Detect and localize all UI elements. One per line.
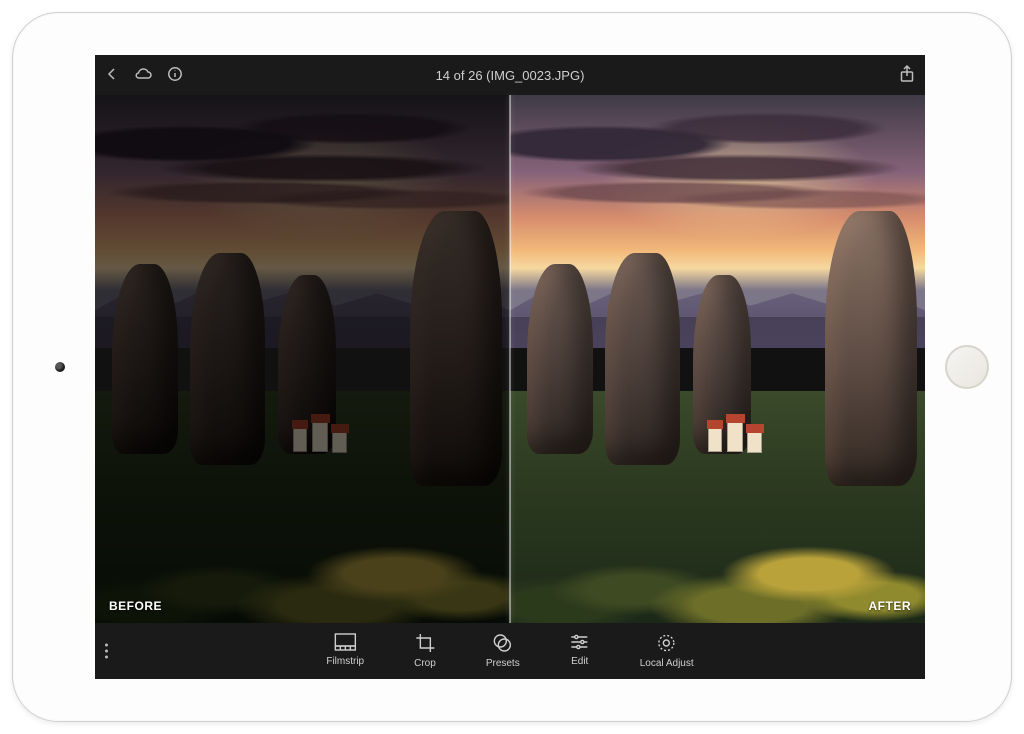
app-screen: 14 of 26 (IMG_0023.JPG) <box>95 55 925 679</box>
after-label: AFTER <box>869 599 912 613</box>
home-button[interactable] <box>945 345 989 389</box>
local-adjust-button[interactable]: Local Adjust <box>640 633 694 669</box>
compare-viewport[interactable]: BEFORE AFTER <box>95 95 925 623</box>
bottom-toolbar: Filmstrip Crop Presets <box>95 623 925 679</box>
front-camera <box>55 362 65 372</box>
cloud-icon <box>133 67 153 81</box>
before-label: BEFORE <box>109 599 162 613</box>
filmstrip-button[interactable]: Filmstrip <box>326 633 364 667</box>
tool-strip: Filmstrip Crop Presets <box>326 633 693 669</box>
info-button[interactable] <box>167 66 183 85</box>
crop-label: Crop <box>414 658 436 669</box>
compare-divider[interactable] <box>510 95 511 623</box>
crop-icon <box>415 633 435 653</box>
edit-label: Edit <box>571 656 588 667</box>
chevron-left-icon <box>105 67 119 81</box>
cloud-sync-button[interactable] <box>133 67 153 84</box>
top-bar: 14 of 26 (IMG_0023.JPG) <box>95 55 925 95</box>
ipad-device-frame: 14 of 26 (IMG_0023.JPG) <box>12 12 1012 722</box>
share-icon <box>899 65 915 83</box>
sliders-icon <box>570 633 590 651</box>
image-title: 14 of 26 (IMG_0023.JPG) <box>436 68 585 83</box>
more-menu-button[interactable] <box>105 644 108 659</box>
back-button[interactable] <box>105 67 119 84</box>
presets-icon <box>493 633 513 653</box>
after-image <box>510 95 925 623</box>
crop-button[interactable]: Crop <box>414 633 436 669</box>
presets-button[interactable]: Presets <box>486 633 520 669</box>
info-icon <box>167 66 183 82</box>
share-button[interactable] <box>899 65 915 86</box>
local-adjust-label: Local Adjust <box>640 658 694 669</box>
edit-button[interactable]: Edit <box>570 633 590 667</box>
filmstrip-icon <box>334 633 356 651</box>
before-image <box>95 95 510 623</box>
filmstrip-label: Filmstrip <box>326 656 364 667</box>
presets-label: Presets <box>486 658 520 669</box>
radial-adjust-icon <box>657 633 677 653</box>
